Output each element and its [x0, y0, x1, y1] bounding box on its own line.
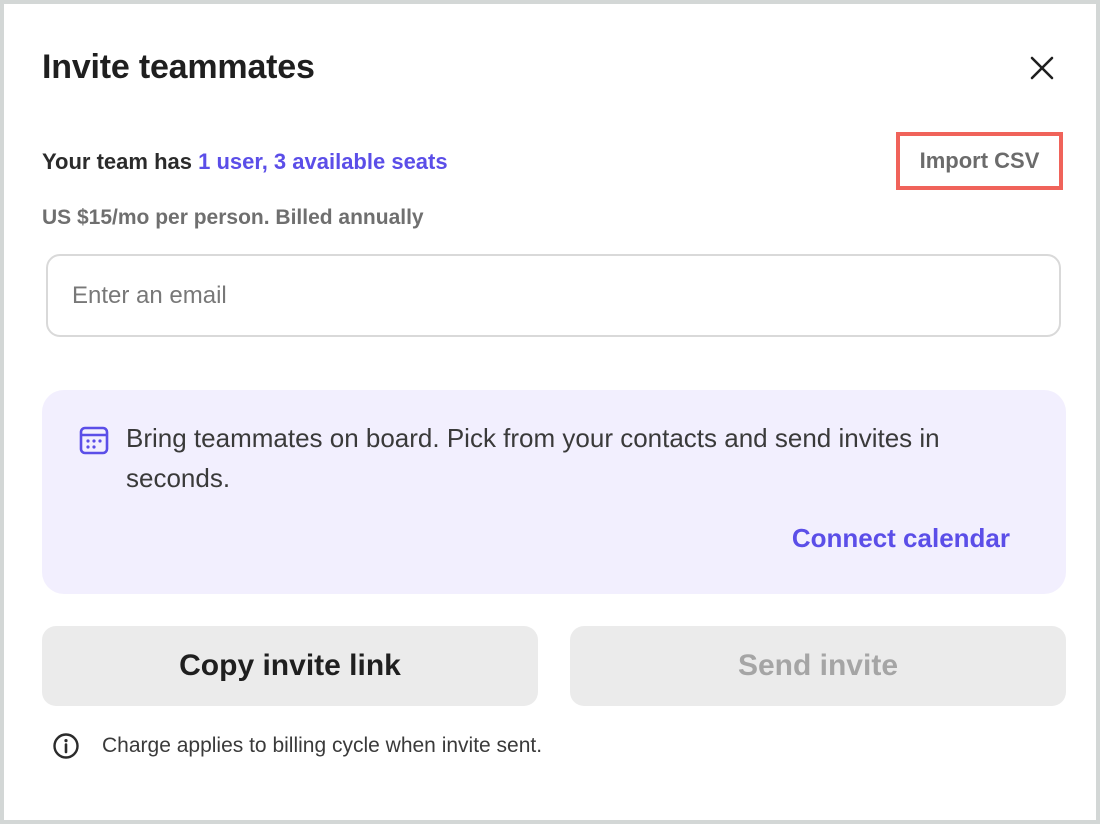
close-button[interactable] — [1022, 48, 1062, 88]
calendar-promo-card: Bring teammates on board. Pick from your… — [42, 390, 1066, 594]
footnote-text: Charge applies to billing cycle when inv… — [102, 734, 543, 757]
billing-footnote: Charge applies to billing cycle when inv… — [52, 732, 542, 760]
dialog-title: Invite teammates — [42, 48, 315, 86]
seats-link[interactable]: 1 user, 3 available seats — [198, 149, 448, 174]
seats-prefix: Your team has — [42, 149, 199, 174]
email-input[interactable] — [46, 254, 1061, 337]
copy-invite-link-button[interactable]: Copy invite link — [42, 626, 538, 706]
close-icon — [1030, 56, 1054, 80]
info-icon — [53, 733, 79, 759]
send-invite-button[interactable]: Send invite — [570, 626, 1066, 706]
invite-teammates-dialog: Invite teammates Your team has 1 user, 3… — [4, 4, 1096, 820]
seats-summary: Your team has 1 user, 3 available seats — [42, 149, 448, 175]
import-csv-button[interactable]: Import CSV — [896, 132, 1063, 190]
pricing-text: US $15/mo per person. Billed annually — [42, 206, 424, 229]
connect-calendar-link[interactable]: Connect calendar — [792, 523, 1010, 554]
promo-text: Bring teammates on board. Pick from your… — [126, 423, 940, 493]
calendar-icon — [79, 426, 109, 455]
